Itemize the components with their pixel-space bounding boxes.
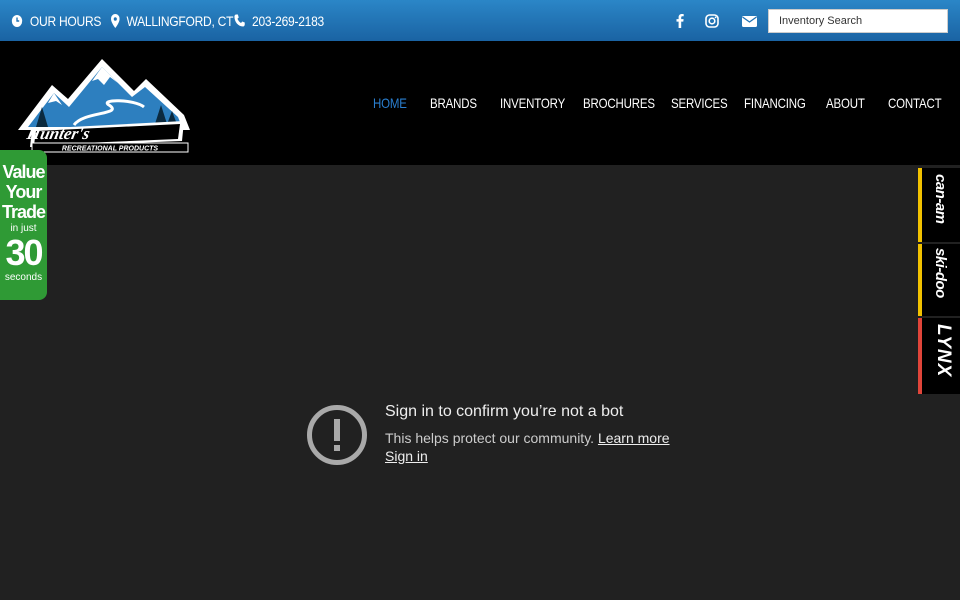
bot-notice-text: This helps protect our community. Learn … — [385, 430, 670, 446]
hunters-recreational-products-logo-icon: Hunter's RECREATIONAL PRODUCTS — [18, 59, 190, 153]
brand-tab-lynx[interactable]: LYNX — [918, 318, 960, 394]
nav-contact[interactable]: CONTACT — [888, 95, 942, 111]
brand-tab-accent — [918, 244, 922, 316]
brand-tab-can-am[interactable]: can-am — [918, 168, 960, 242]
nav-about[interactable]: ABOUT — [826, 95, 865, 111]
trade-line-trade: Trade — [1, 202, 46, 222]
site-logo[interactable]: Hunter's RECREATIONAL PRODUCTS — [14, 55, 194, 153]
nav-inventory[interactable]: INVENTORY — [500, 95, 565, 111]
nav-brands[interactable]: BRANDS — [430, 95, 477, 111]
hours-label: OUR HOURS — [29, 12, 102, 29]
location-link[interactable]: WALLINGFORD, CT — [111, 13, 233, 29]
top-bar: OUR HOURS WALLINGFORD, CT 203-269-2183 — [0, 0, 960, 41]
brand-tab-accent — [918, 318, 922, 394]
trade-line-your: Your — [5, 182, 43, 202]
envelope-icon — [741, 15, 757, 27]
location-label: WALLINGFORD, CT — [126, 12, 234, 29]
nav-brochures[interactable]: BROCHURES — [583, 95, 655, 111]
alert-circle-icon — [307, 405, 367, 465]
trade-number: 30 — [5, 232, 43, 273]
nav-services[interactable]: SERVICES — [671, 95, 728, 111]
brand-tab-label: ski-doo — [932, 248, 949, 298]
phone-link[interactable]: 203-269-2183 — [234, 13, 324, 29]
svg-text:RECREATIONAL PRODUCTS: RECREATIONAL PRODUCTS — [62, 146, 159, 153]
bot-notice-description: This helps protect our community. — [385, 430, 595, 446]
phone-icon — [234, 14, 245, 27]
nav-financing[interactable]: FINANCING — [744, 95, 806, 111]
page: OUR HOURS WALLINGFORD, CT 203-269-2183 I… — [0, 0, 960, 600]
map-marker-icon — [111, 13, 120, 28]
brand-tab-label: LYNX — [933, 324, 954, 378]
learn-more-link[interactable]: Learn more — [598, 430, 670, 446]
svg-text:Hunter's: Hunter's — [24, 124, 92, 143]
inventory-search-input[interactable] — [768, 9, 948, 33]
hours-link[interactable]: OUR HOURS — [11, 13, 101, 29]
brand-tabs: can-am ski-doo LYNX — [918, 168, 960, 394]
facebook-link[interactable] — [669, 0, 691, 41]
trade-line-value: Value — [2, 162, 45, 182]
clock-icon — [11, 14, 23, 27]
brand-tab-label: can-am — [932, 174, 949, 224]
instagram-link[interactable] — [701, 0, 723, 41]
facebook-icon — [676, 13, 684, 28]
bot-notice-title: Sign in to confirm you’re not a bot — [385, 403, 624, 420]
value-your-trade-badge[interactable]: Value Your Trade in just 30 seconds — [0, 150, 47, 300]
site-header: Hunter's RECREATIONAL PRODUCTS HOME BRAN… — [0, 41, 960, 165]
brand-tab-ski-doo[interactable]: ski-doo — [918, 244, 960, 316]
nav-home[interactable]: HOME — [373, 95, 407, 111]
instagram-icon — [705, 13, 719, 28]
sign-in-link[interactable]: Sign in — [385, 448, 428, 464]
phone-label: 203-269-2183 — [252, 12, 324, 29]
trade-line-seconds: seconds — [4, 272, 43, 283]
brand-tab-accent — [918, 168, 922, 242]
email-link[interactable] — [738, 0, 760, 41]
